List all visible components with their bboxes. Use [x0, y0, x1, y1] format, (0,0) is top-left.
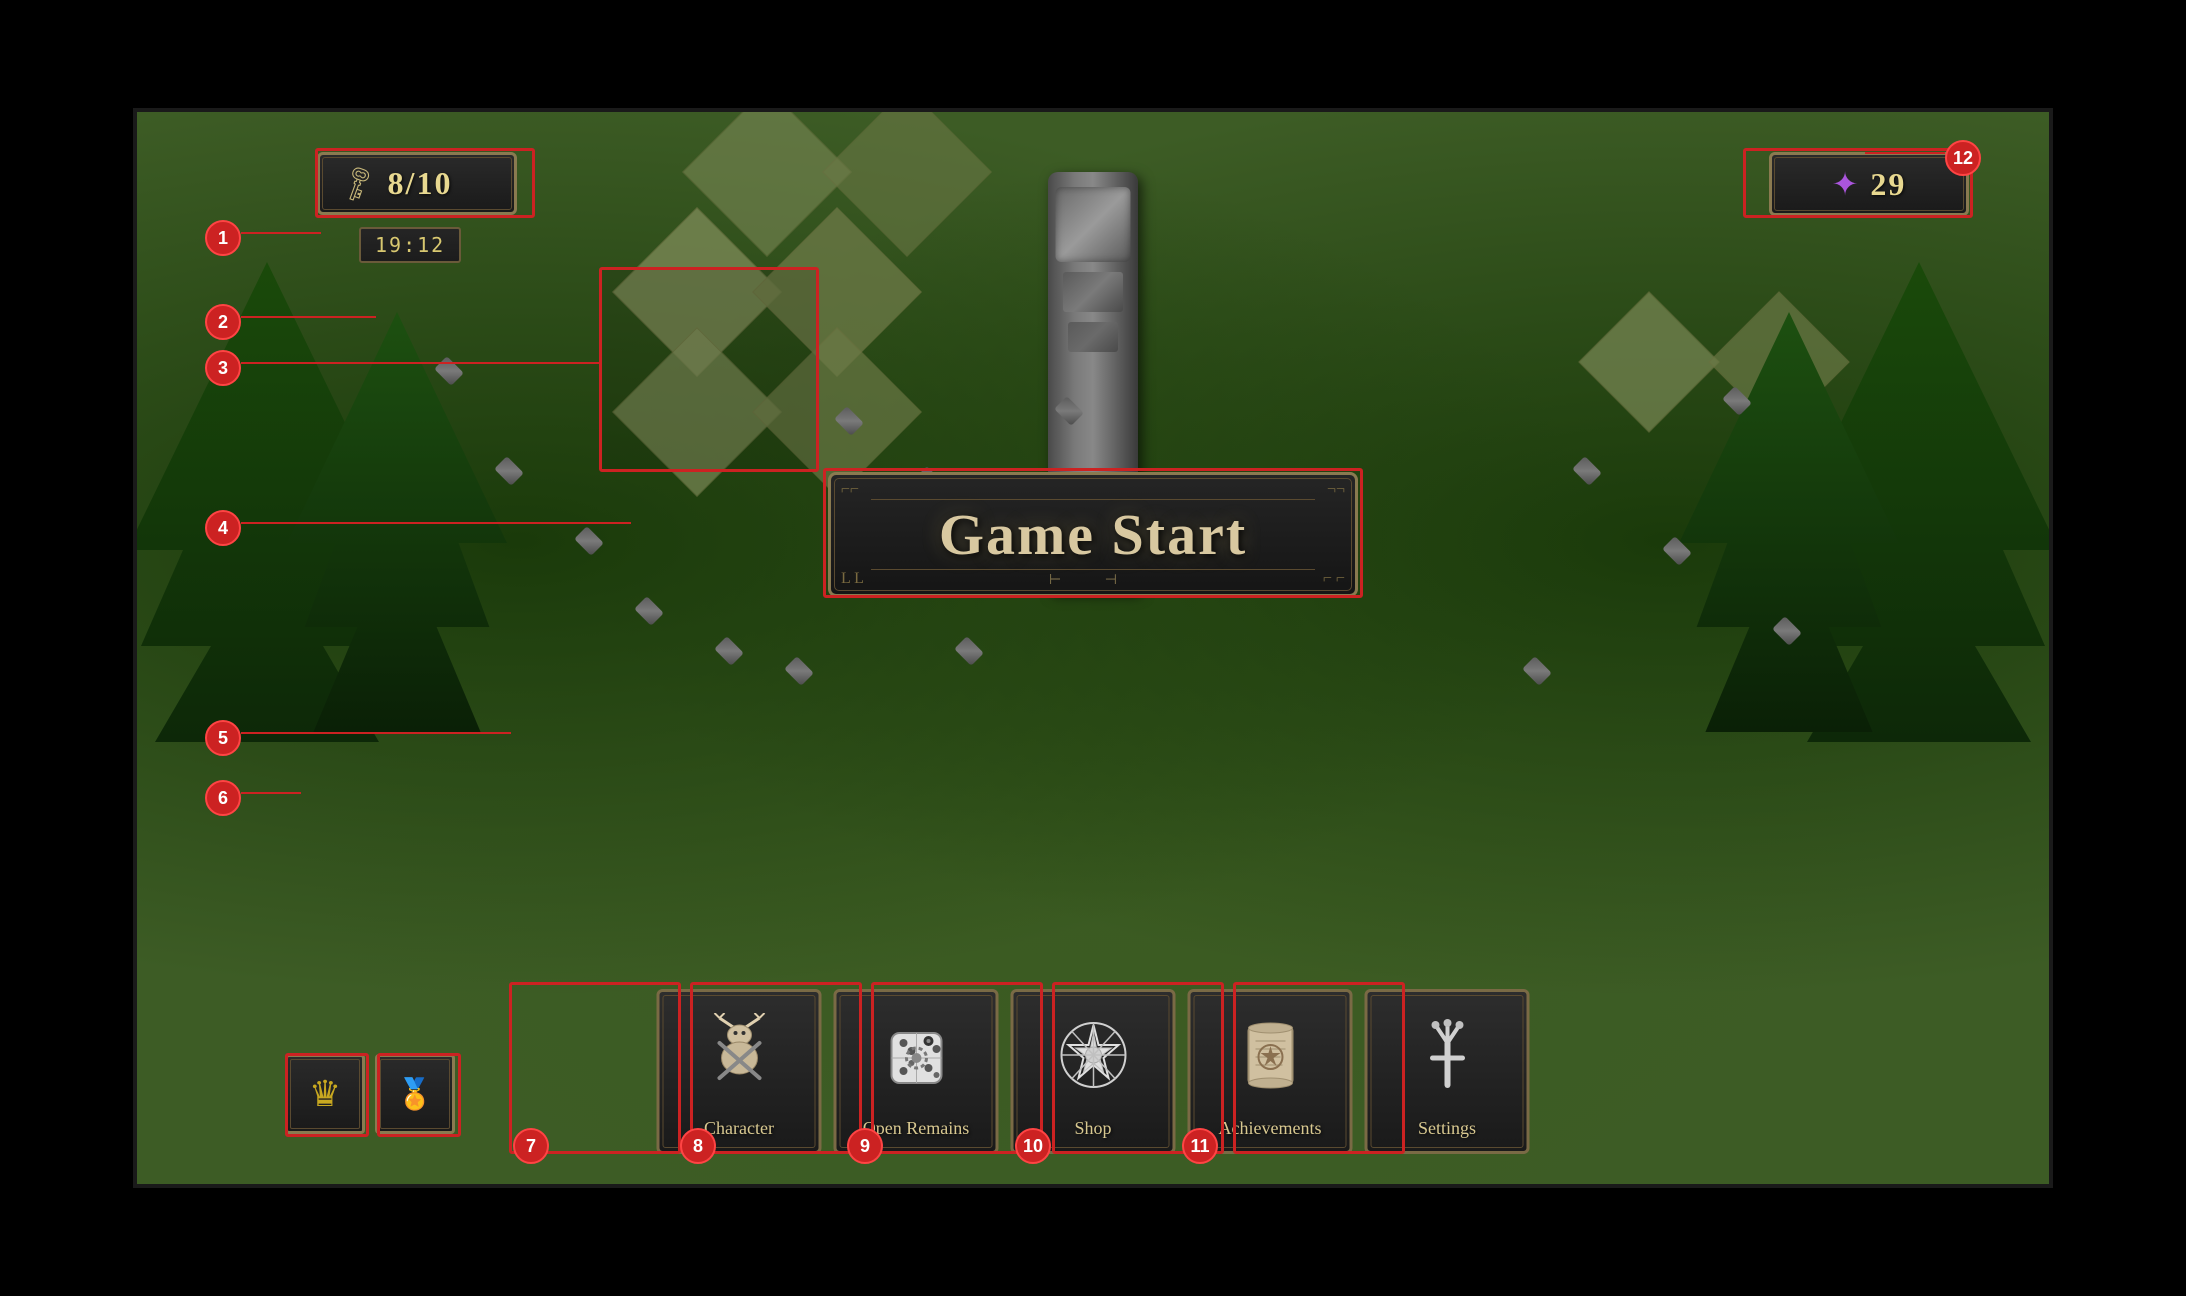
gems-value: 29	[1870, 166, 1906, 203]
level-selection-area[interactable]	[599, 267, 819, 472]
annotation-2: 2	[205, 304, 241, 340]
achievements-button[interactable]: Achievements	[1188, 989, 1353, 1154]
bottom-menu: Character	[654, 989, 1533, 1154]
rock-9	[1572, 456, 1602, 486]
keys-counter: 🗝 8/10	[317, 152, 517, 215]
corner-bl: L L	[841, 570, 864, 588]
annotation-line-12	[1865, 152, 1945, 154]
character-label: Character	[704, 1118, 774, 1139]
rock-4	[714, 636, 744, 666]
annotation-line-4	[241, 522, 631, 524]
game-container: 🗝 8/10 19:12 ✦ 29 ⌐⌐ ¬¬ L L ⌐ ⌐ Game Sta…	[133, 108, 2053, 1188]
annotation-line-2	[241, 316, 376, 318]
settings-icon	[1407, 1013, 1487, 1098]
rock-7	[954, 636, 984, 666]
achievements-label: Achievements	[1219, 1118, 1322, 1139]
rock-2	[574, 526, 604, 556]
rock-1	[494, 456, 524, 486]
annotation-4: 4	[205, 510, 241, 546]
rock-3	[634, 596, 664, 626]
shop-icon	[1053, 1013, 1133, 1098]
corner-tl: ⌐⌐	[841, 481, 859, 499]
annotation-8: 8	[680, 1128, 716, 1164]
annotation-9: 9	[847, 1128, 883, 1164]
annotation-5: 5	[205, 720, 241, 756]
corner-br: ⌐ ⌐	[1323, 570, 1345, 588]
annotation-6: 6	[205, 780, 241, 816]
rock-15	[1522, 656, 1552, 686]
achievements-icon	[1230, 1013, 1310, 1098]
character-icon	[699, 1013, 779, 1098]
rock-13	[434, 356, 464, 386]
timer-value: 19:12	[375, 233, 445, 257]
gems-counter: ✦ 29	[1769, 152, 1969, 216]
corner-tr: ¬¬	[1327, 481, 1345, 499]
keys-value: 8/10	[388, 165, 453, 202]
annotation-line-6	[241, 792, 301, 794]
rank-icons-container: ♛ 🏅	[285, 1054, 455, 1134]
annotation-1: 1	[205, 220, 241, 256]
annotation-line-5	[241, 732, 511, 734]
medal-symbol: 🏅	[396, 1077, 433, 1112]
character-button[interactable]: Character	[657, 989, 822, 1154]
open-remains-icon	[876, 1013, 956, 1098]
annotation-3: 3	[205, 350, 241, 386]
annotation-line-1	[241, 232, 321, 234]
key-icon: 🗝	[334, 160, 382, 207]
settings-button[interactable]: Settings	[1365, 989, 1530, 1154]
annotation-line-3	[241, 362, 601, 364]
game-start-button[interactable]: ⌐⌐ ¬¬ L L ⌐ ⌐ Game Start	[828, 472, 1358, 597]
gem-icon: ✦	[1832, 165, 1859, 203]
crown-icon-button[interactable]: ♛	[285, 1054, 365, 1134]
timer-display: 19:12	[359, 227, 461, 263]
annotation-10: 10	[1015, 1128, 1051, 1164]
settings-label: Settings	[1418, 1118, 1476, 1139]
crown-symbol: ♛	[309, 1073, 341, 1115]
rock-14	[784, 656, 814, 686]
game-start-text: Game Start	[939, 501, 1247, 568]
annotation-11: 11	[1182, 1128, 1218, 1164]
annotation-12: 12	[1945, 140, 1981, 176]
annotation-7: 7	[513, 1128, 549, 1164]
shop-label: Shop	[1074, 1118, 1111, 1139]
medal-icon-button[interactable]: 🏅	[375, 1054, 455, 1134]
